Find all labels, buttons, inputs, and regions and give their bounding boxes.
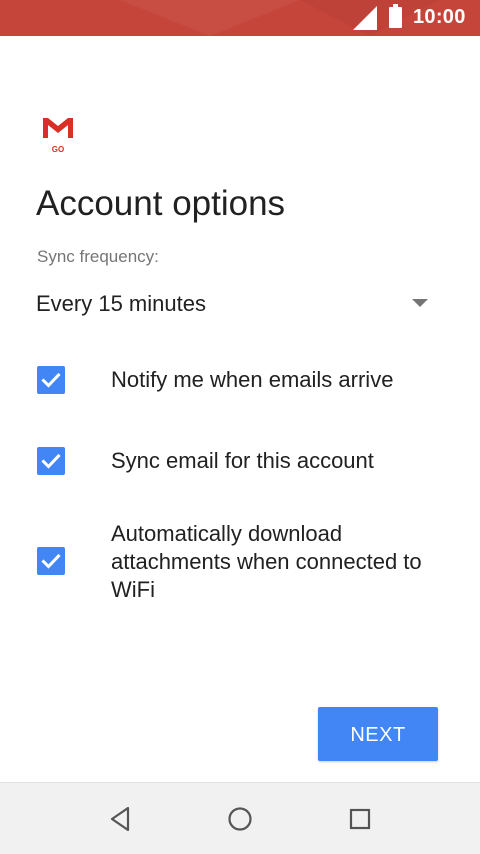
screen: 10:00 GO Account options Sync frequency:… [0, 0, 480, 854]
next-button[interactable]: NEXT [318, 707, 438, 761]
gmail-go-logo-icon: GO [40, 114, 80, 156]
sync-frequency-label: Sync frequency: [37, 247, 159, 266]
option-sync-row[interactable]: Sync email for this account [0, 441, 480, 481]
checkbox-notify[interactable] [37, 366, 65, 394]
sync-frequency-value: Every 15 minutes [36, 291, 206, 316]
option-notify-row[interactable]: Notify me when emails arrive [0, 360, 480, 400]
dropdown-arrow-icon [412, 299, 428, 307]
sync-frequency-dropdown[interactable]: Every 15 minutes [36, 284, 436, 324]
checkmark-icon [41, 453, 61, 469]
option-notify-label: Notify me when emails arrive [111, 367, 394, 392]
back-icon[interactable] [104, 803, 136, 835]
logo-text: GO [52, 145, 64, 154]
cellular-signal-icon [353, 6, 377, 30]
option-sync-label: Sync email for this account [111, 448, 374, 473]
checkbox-sync[interactable] [37, 447, 65, 475]
checkmark-icon [41, 553, 61, 569]
status-bar-decoration [120, 0, 300, 36]
option-download-label: Automatically download attachments when … [111, 521, 422, 602]
page-title: Account options [36, 184, 286, 223]
checkbox-download[interactable] [37, 547, 65, 575]
recents-icon[interactable] [344, 803, 376, 835]
battery-icon [389, 4, 402, 28]
home-icon[interactable] [224, 803, 256, 835]
navigation-bar [0, 782, 480, 854]
status-time: 10:00 [413, 6, 466, 28]
checkmark-icon [41, 372, 61, 388]
status-bar: 10:00 [0, 0, 480, 36]
option-download-row[interactable]: Automatically download attachments when … [0, 520, 480, 610]
